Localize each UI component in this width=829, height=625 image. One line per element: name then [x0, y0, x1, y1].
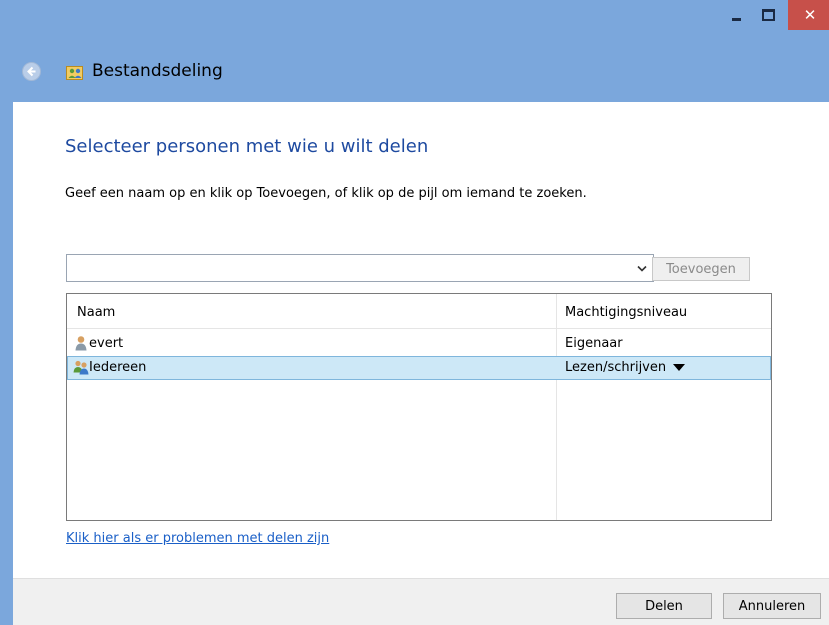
permission-level: Eigenaar — [565, 336, 623, 351]
permission-label: Eigenaar — [565, 336, 623, 351]
table-row[interactable]: evert Eigenaar — [67, 332, 771, 356]
user-name: Iedereen — [89, 360, 147, 375]
back-button[interactable] — [22, 62, 41, 81]
permission-dropdown[interactable]: Lezen/schrijven — [565, 360, 686, 375]
close-icon: ✕ — [803, 6, 817, 24]
table-row[interactable]: Iedereen Lezen/schrijven — [67, 356, 771, 380]
column-header-permission[interactable]: Machtigingsniveau — [565, 305, 687, 320]
sharing-list: Naam Machtigingsniveau evert Eigenaar Ie… — [66, 293, 772, 521]
user-name: evert — [89, 336, 124, 351]
navigation-bar: Bestandsdeling — [0, 40, 829, 102]
content-panel: Selecteer personen met wie u wilt delen … — [13, 102, 829, 578]
close-button[interactable]: ✕ — [788, 0, 829, 30]
maximize-button[interactable] — [753, 0, 783, 30]
minimize-button[interactable] — [721, 0, 751, 30]
window-titlebar: ✕ — [0, 0, 829, 40]
window-title: Bestandsdeling — [92, 61, 223, 81]
user-icon — [75, 336, 87, 351]
instruction-text: Geef een naam op en klik op Toevoegen, o… — [65, 186, 587, 201]
file-sharing-icon — [66, 66, 83, 80]
group-icon — [73, 360, 89, 375]
name-input[interactable] — [71, 258, 625, 280]
add-button[interactable]: Toevoegen — [652, 257, 750, 281]
cancel-button[interactable]: Annuleren — [723, 593, 821, 619]
name-combobox[interactable] — [66, 254, 654, 282]
troubleshoot-link[interactable]: Klik hier als er problemen met delen zij… — [66, 531, 329, 546]
share-button[interactable]: Delen — [616, 593, 712, 619]
list-header: Naam Machtigingsniveau — [67, 294, 771, 329]
back-arrow-icon — [27, 66, 36, 77]
triangle-down-icon — [673, 364, 686, 371]
dropdown-arrow-button[interactable] — [635, 261, 649, 275]
chevron-down-icon — [637, 265, 647, 272]
page-heading: Selecteer personen met wie u wilt delen — [65, 136, 429, 157]
footer-bar: Delen Annuleren — [13, 578, 829, 625]
permission-label: Lezen/schrijven — [565, 360, 667, 375]
column-header-name[interactable]: Naam — [77, 305, 115, 320]
